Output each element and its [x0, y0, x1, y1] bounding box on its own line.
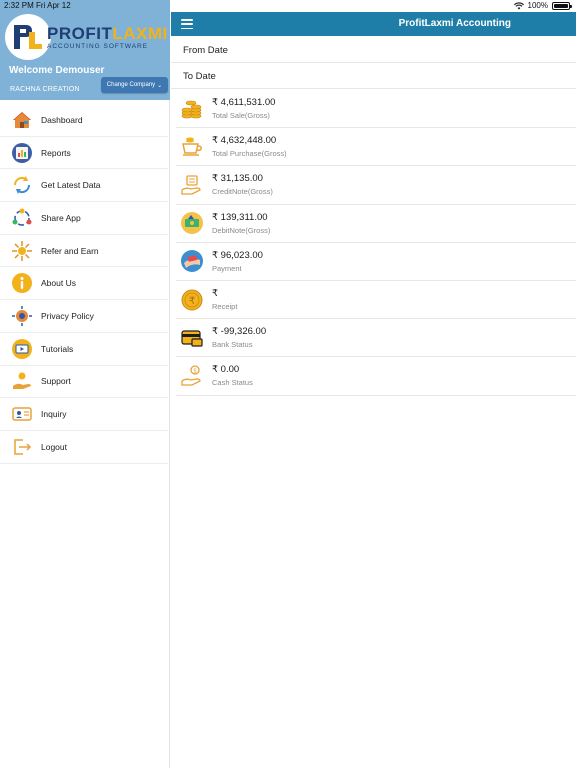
to-date-field[interactable]: To Date [171, 64, 576, 89]
svg-text:$: $ [193, 367, 197, 374]
sidebar-item-dashboard[interactable]: Dashboard [0, 104, 168, 137]
summary-amount: ₹ 31,135.00 [212, 173, 263, 185]
sidebar-item-privacy-policy[interactable]: Privacy Policy [0, 300, 168, 333]
app-header: ProfitLaxmi Accounting [171, 12, 576, 36]
page-title: ProfitLaxmi Accounting [398, 18, 511, 29]
logo-text: PROFITLAXMI ACCOUNTING SOFTWARE [47, 23, 168, 50]
sidebar-menu: Dashboard Reports Get Latest Data Share … [0, 104, 168, 464]
to-date-label: To Date [183, 70, 216, 82]
summary-row-total-purchase[interactable]: ₹ 4,632,448.00 Total Purchase(Gross) [176, 128, 576, 167]
sidebar-header: PROFITLAXMI ACCOUNTING SOFTWARE Welcome … [0, 0, 170, 100]
summary-label: Cash Status [212, 378, 253, 388]
logout-icon [11, 436, 33, 458]
summary-amount: ₹ 4,611,531.00 [212, 97, 276, 109]
menu-icon[interactable] [181, 19, 193, 29]
sidebar: PROFITLAXMI ACCOUNTING SOFTWARE Welcome … [0, 0, 170, 768]
privacy-icon [11, 305, 33, 327]
wifi-icon [513, 1, 524, 9]
sidebar-item-tutorials[interactable]: Tutorials [0, 333, 168, 366]
house-icon [11, 109, 33, 131]
credit-note-icon [180, 173, 204, 197]
info-icon [11, 272, 33, 294]
refresh-icon [11, 174, 33, 196]
sidebar-item-label: Privacy Policy [41, 310, 94, 321]
summary-label: DebitNote(Gross) [212, 225, 271, 235]
summary-label: Total Purchase(Gross) [212, 149, 287, 159]
sidebar-item-support[interactable]: Support [0, 366, 168, 399]
sidebar-item-label: Tutorials [41, 343, 74, 354]
summary-label: CreditNote(Gross) [212, 187, 273, 197]
summary-row-total-sale[interactable]: ₹ 4,611,531.00 Total Sale(Gross) [176, 90, 576, 129]
svg-text:₹: ₹ [189, 296, 195, 307]
inquiry-icon [11, 403, 33, 425]
from-date-field[interactable]: From Date [171, 38, 576, 63]
summary-amount: ₹ -99,326.00 [212, 326, 267, 338]
battery-percent: 100% [527, 1, 548, 10]
summary-row-cash-status[interactable]: $ ₹ 0.00 Cash Status [176, 357, 576, 396]
sidebar-item-label: Get Latest Data [41, 180, 101, 191]
summary-label: Payment [212, 263, 242, 273]
summary-amount: ₹ 139,311.00 [212, 211, 268, 223]
summary-amount: ₹ 4,632,448.00 [212, 135, 277, 147]
company-name: RACHNA CREATION [10, 86, 80, 93]
sidebar-item-reports[interactable]: Reports [0, 137, 168, 170]
summary-label: Bank Status [212, 340, 253, 350]
summary-row-credit-note[interactable]: ₹ 31,135.00 CreditNote(Gross) [176, 166, 576, 205]
sidebar-item-refer-and-earn[interactable]: Refer and Earn [0, 235, 168, 268]
summary-label: Total Sale(Gross) [212, 111, 270, 121]
brand-logo: PROFITLAXMI ACCOUNTING SOFTWARE [5, 14, 167, 60]
cash-hand-icon: $ [180, 364, 204, 388]
welcome-text: Welcome Demouser [9, 65, 105, 76]
purchase-icon [180, 135, 204, 159]
sidebar-item-logout[interactable]: Logout [0, 431, 168, 464]
sidebar-item-share-app[interactable]: Share App [0, 202, 168, 235]
summary-amount: ₹ [212, 288, 219, 300]
status-bar: 2:32 PM Fri Apr 12 100% [0, 0, 576, 12]
sidebar-item-get-latest-data[interactable]: Get Latest Data [0, 169, 168, 203]
share-icon [11, 207, 33, 229]
status-right: 100% [513, 1, 572, 10]
status-date: Fri Apr 12 [36, 1, 71, 10]
summary-row-bank-status[interactable]: ₹ -99,326.00 Bank Status [176, 319, 576, 358]
sidebar-item-about-us[interactable]: About Us [0, 267, 168, 301]
debit-note-icon [180, 211, 204, 235]
payment-icon [180, 249, 204, 273]
sidebar-item-label: Reports [41, 147, 71, 158]
sidebar-item-inquiry[interactable]: Inquiry [0, 398, 168, 431]
support-icon [11, 370, 33, 392]
battery-icon [552, 1, 572, 10]
summary-amount: ₹ 0.00 [212, 364, 240, 376]
sidebar-item-label: Dashboard [41, 114, 83, 125]
chevron-down-icon: ⌄ [157, 82, 163, 89]
receipt-icon: ₹ [180, 288, 204, 312]
coins-stack-icon [180, 97, 204, 121]
summary-row-payment[interactable]: ₹ 96,023.00 Payment [176, 243, 576, 281]
change-company-label: Change Company [106, 82, 156, 88]
from-date-label: From Date [183, 44, 228, 56]
logo-mark-icon [5, 14, 51, 60]
summary-label: Receipt [212, 302, 238, 312]
sidebar-item-label: Inquiry [41, 409, 67, 420]
reports-icon [11, 142, 33, 164]
bank-card-icon [180, 326, 204, 350]
summary-amount: ₹ 96,023.00 [212, 249, 263, 261]
summary-row-debit-note[interactable]: ₹ 139,311.00 DebitNote(Gross) [176, 205, 576, 243]
sidebar-item-label: Refer and Earn [41, 245, 99, 256]
tutorials-icon [11, 338, 33, 360]
sidebar-item-label: Logout [41, 441, 67, 452]
sidebar-item-label: Support [41, 376, 71, 387]
sidebar-item-label: Share App [41, 212, 81, 223]
status-time: 2:32 PM [4, 1, 34, 10]
summary-list: ₹ 4,611,531.00 Total Sale(Gross) ₹ 4,632… [176, 90, 576, 396]
change-company-button[interactable]: Change Company ⌄ [101, 77, 168, 93]
sidebar-item-label: About Us [41, 278, 76, 289]
refer-icon [11, 240, 33, 262]
summary-row-receipt[interactable]: ₹ ₹ Receipt [176, 281, 576, 320]
